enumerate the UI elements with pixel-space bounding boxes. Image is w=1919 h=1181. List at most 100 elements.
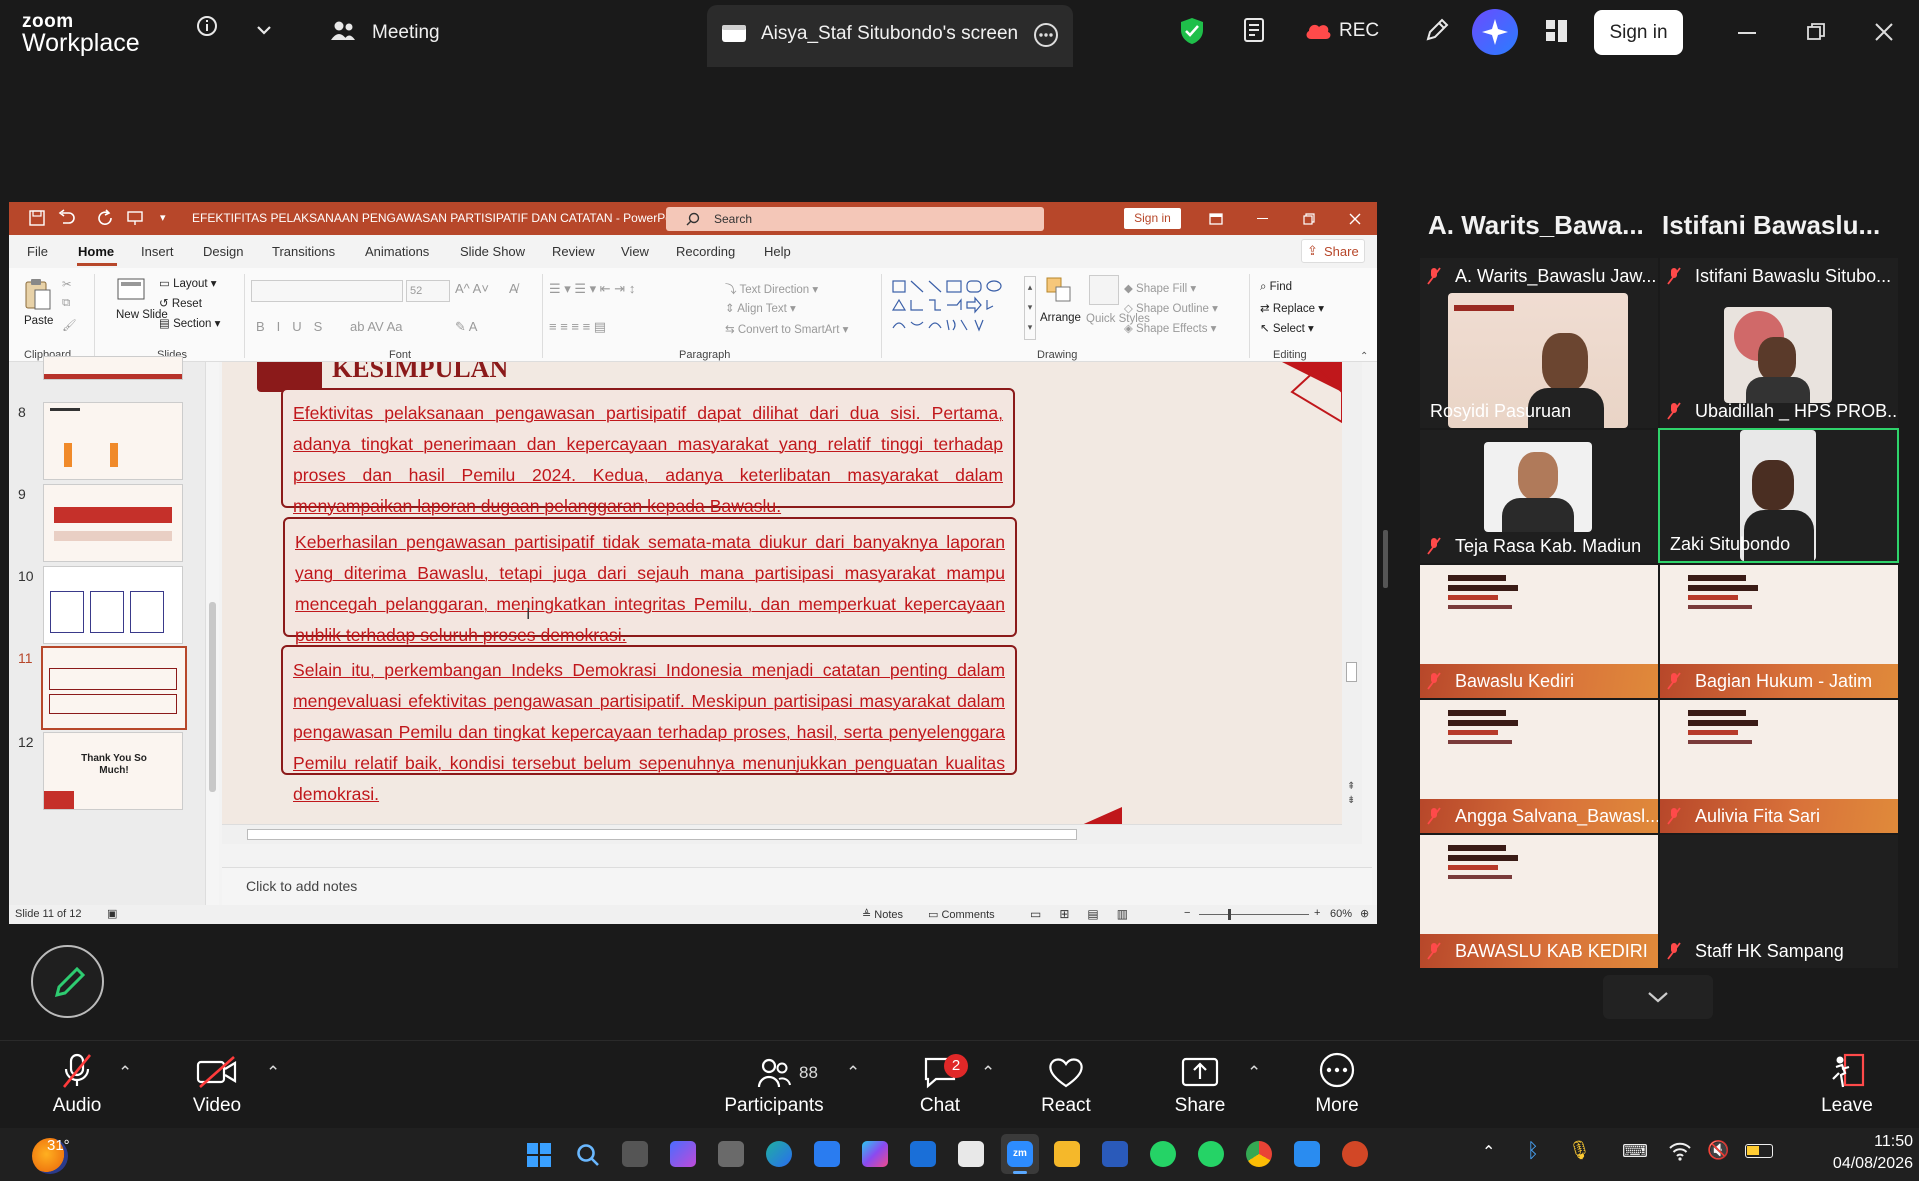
participant-tile-active-speaker[interactable]: Zaki Situbondo xyxy=(1658,428,1899,563)
tab-recording[interactable]: Recording xyxy=(676,244,735,259)
slide-vertical-scrollbar[interactable]: ⇞ ⇟ xyxy=(1342,362,1362,844)
zoom-slider-thumb[interactable] xyxy=(1228,909,1231,920)
chat-options-caret[interactable]: ⌃ xyxy=(981,1063,995,1083)
sign-in-button[interactable]: Sign in xyxy=(1594,10,1683,55)
paste-button[interactable]: Paste xyxy=(24,315,53,327)
zoom-percent[interactable]: 60% xyxy=(1330,908,1352,920)
ppt-close-icon[interactable] xyxy=(1349,212,1361,230)
clear-format-icon[interactable]: A̸ xyxy=(509,281,518,296)
collapse-ribbon-icon[interactable]: ⌃ xyxy=(1360,351,1368,362)
tab-insert[interactable]: Insert xyxy=(141,244,174,259)
search-icon[interactable] xyxy=(575,1142,601,1173)
notes-toggle[interactable]: ≜ Notes xyxy=(862,908,903,921)
cut-icon[interactable]: ✂ xyxy=(62,277,72,291)
info-icon[interactable] xyxy=(196,15,218,43)
participant-tile[interactable]: Bawaslu Kediri xyxy=(1420,565,1658,698)
meeting-label[interactable]: Meeting xyxy=(372,22,440,44)
font-grow-icon[interactable]: A^ A˅ xyxy=(455,281,489,296)
shape-outline-button[interactable]: ◇ Shape Outline ▾ xyxy=(1124,301,1218,315)
whatsapp-icon[interactable] xyxy=(1150,1141,1176,1167)
select-button[interactable]: ↖ Select ▾ xyxy=(1260,321,1314,335)
comments-toggle[interactable]: ▭ Comments xyxy=(928,908,995,921)
tab-view[interactable]: View xyxy=(621,244,649,259)
participant-tile[interactable]: BAWASLU KAB KEDIRI xyxy=(1420,835,1658,968)
shield-icon[interactable] xyxy=(1180,17,1204,50)
highlight-color-icon[interactable]: ✎ A xyxy=(455,319,477,335)
layout-button[interactable]: ▭ Layout ▾ xyxy=(159,276,217,290)
align-icons[interactable]: ≡ ≡ ≡ ≡ ▤ xyxy=(549,319,606,335)
replace-button[interactable]: ⇄ Replace ▾ xyxy=(1260,301,1324,315)
participant-tile[interactable]: A. Warits_Bawaslu Jaw... xyxy=(1420,258,1658,293)
close-icon[interactable] xyxy=(1874,22,1894,47)
annotate-icon[interactable] xyxy=(1424,17,1450,48)
quick-styles-button[interactable]: Quick Styles xyxy=(1086,312,1150,326)
current-slide[interactable]: KESIMPULAN Efektivitas pelaksanaan penga… xyxy=(222,362,1343,844)
clock-time[interactable]: 11:50 xyxy=(1818,1133,1913,1151)
ai-companion-icon[interactable] xyxy=(1472,9,1518,55)
prev-next-slide-icon[interactable]: ⇞ ⇟ xyxy=(1347,780,1355,808)
word-icon[interactable] xyxy=(1102,1141,1128,1167)
thumb-scrollbar[interactable] xyxy=(205,362,219,905)
keyboard-icon[interactable]: ⌨ xyxy=(1622,1141,1648,1162)
whatsapp-business-icon[interactable] xyxy=(1198,1141,1224,1167)
shapes-gallery[interactable] xyxy=(889,276,1023,336)
chat-button[interactable]: Chat xyxy=(900,1041,980,1129)
office-copilot-icon[interactable] xyxy=(862,1141,888,1167)
copilot-icon[interactable] xyxy=(670,1141,696,1167)
powerpoint-icon[interactable] xyxy=(1342,1141,1368,1167)
slide-thumb-12[interactable]: Thank You So Much! xyxy=(43,732,183,810)
tab-design[interactable]: Design xyxy=(203,244,243,259)
chrome-icon[interactable] xyxy=(1246,1141,1272,1167)
accessibility-icon[interactable]: ▣ xyxy=(107,907,117,920)
quick-styles-icon[interactable] xyxy=(1089,275,1119,305)
fit-slide-icon[interactable]: ⊕ xyxy=(1360,907,1369,920)
participant-tile[interactable]: Ubaidillah _ HPS PROB... xyxy=(1660,293,1898,428)
zoom-in-icon[interactable]: + xyxy=(1314,907,1320,919)
slide-thumb-11-selected[interactable] xyxy=(41,646,187,730)
cloud-record-icon[interactable] xyxy=(1304,21,1332,46)
undo-icon[interactable] xyxy=(57,209,75,230)
leave-button[interactable]: Leave xyxy=(1807,1041,1887,1129)
gallery-scroll-down[interactable] xyxy=(1603,975,1713,1019)
arrange-button[interactable]: Arrange xyxy=(1040,312,1081,324)
tab-file[interactable]: File xyxy=(27,244,48,259)
camera-app-icon[interactable] xyxy=(718,1141,744,1167)
slide-thumb-10[interactable] xyxy=(43,566,183,644)
new-slide-button[interactable]: New Slide xyxy=(116,308,168,322)
present-icon[interactable] xyxy=(127,210,143,231)
outlook-icon[interactable] xyxy=(910,1141,936,1167)
task-view-icon[interactable] xyxy=(622,1141,648,1167)
ppt-search-box[interactable]: Search xyxy=(666,207,1044,231)
char-spacing-icon[interactable]: ab AV Aa xyxy=(350,319,403,334)
font-style-buttons[interactable]: BIUS xyxy=(256,319,334,334)
zoom-taskbar-active[interactable]: zm xyxy=(1001,1134,1039,1174)
snipping-tool-icon[interactable] xyxy=(1294,1141,1320,1167)
video-button[interactable]: Video xyxy=(177,1041,257,1129)
audio-button[interactable]: Audio xyxy=(37,1041,117,1129)
arrange-icon[interactable] xyxy=(1044,275,1074,310)
view-buttons[interactable]: ▭⊞▤▥ xyxy=(1030,907,1146,921)
tab-slide-show[interactable]: Slide Show xyxy=(460,244,525,259)
slide-horizontal-scrollbar[interactable] xyxy=(222,824,1342,844)
conclusion-box-3[interactable]: Selain itu, perkembangan Indeks Demokras… xyxy=(281,645,1017,804)
slide-scroll-handle[interactable] xyxy=(1346,662,1357,682)
chevron-down-icon[interactable] xyxy=(255,17,273,43)
participants-options-caret[interactable]: ⌃ xyxy=(846,1063,860,1083)
participant-tile[interactable]: Aulivia Fita Sari xyxy=(1660,700,1898,833)
slide-thumb-8[interactable] xyxy=(43,402,183,480)
restore-icon[interactable] xyxy=(1806,22,1826,47)
participant-tile[interactable]: Teja Rasa Kab. Madiun xyxy=(1420,430,1658,563)
shapes-more-icon[interactable]: ▴ ▾ ▾ xyxy=(1024,276,1036,340)
react-button[interactable]: React xyxy=(1026,1041,1106,1129)
notes-pane[interactable]: Click to add notes xyxy=(222,867,1372,905)
video-options-caret[interactable]: ⌃ xyxy=(266,1063,280,1083)
more-options-icon[interactable] xyxy=(1033,22,1059,53)
font-family-select[interactable] xyxy=(251,280,403,302)
thumb-scroll-handle[interactable] xyxy=(209,602,216,792)
participant-tile[interactable]: Staff HK Sampang xyxy=(1660,835,1898,968)
tray-overflow-icon[interactable]: ⌃ xyxy=(1482,1142,1495,1162)
conclusion-box-2[interactable]: Keberhasilan pengawasan partisipatif tid… xyxy=(283,517,1017,645)
ppt-share-button[interactable]: ⇪ Share xyxy=(1301,239,1365,263)
slide-thumb-9[interactable] xyxy=(43,484,183,562)
conclusion-box-1[interactable]: Efektivitas pelaksanaan pengawasan parti… xyxy=(281,388,1015,516)
